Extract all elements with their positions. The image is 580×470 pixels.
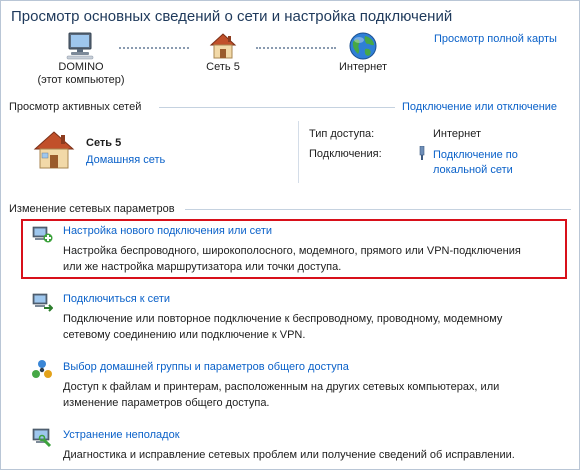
map-link-line (119, 47, 189, 49)
access-type-label: Тип доступа: (309, 128, 375, 140)
task-homegroup-link[interactable]: Выбор домашней группы и параметров общег… (63, 361, 349, 373)
task-new-connection-desc: Настройка беспроводного, широкополосного… (63, 243, 563, 275)
globe-icon (349, 32, 377, 60)
access-type-value: Интернет (433, 128, 481, 140)
computer-icon (66, 32, 94, 60)
active-network-name: Сеть 5 (86, 137, 122, 149)
internet-node-name: Интернет (339, 61, 387, 73)
vertical-divider (298, 121, 299, 183)
connections-label: Подключения: (309, 148, 382, 160)
task-homegroup-desc: Доступ к файлам и принтерам, расположенн… (63, 379, 563, 411)
computer-subtitle: (этот компьютер) (37, 74, 125, 86)
task-desc-line: Диагностика и исправление сетевых пробле… (63, 449, 515, 461)
task-desc-line: Настройка беспроводного, широкополосного… (63, 245, 521, 257)
task-connect-network-desc: Подключение или повторное подключение к … (63, 311, 563, 343)
network-center-window: Просмотр основных сведений о сети и наст… (0, 0, 580, 470)
network-adapter-icon (419, 146, 425, 160)
network-type-link[interactable]: Домашняя сеть (86, 154, 165, 166)
task-desc-line: Доступ к файлам и принтерам, расположенн… (63, 381, 500, 393)
troubleshoot-icon (32, 428, 52, 448)
computer-name: DOMINO (58, 61, 104, 73)
view-full-map-link[interactable]: Просмотр полной карты (434, 33, 557, 45)
task-troubleshoot-desc: Диагностика и исправление сетевых пробле… (63, 447, 563, 463)
task-new-connection-link[interactable]: Настройка нового подключения или сети (63, 225, 272, 237)
map-node-network[interactable]: Сеть 5 (191, 31, 255, 74)
task-desc-line: изменение параметров общего доступа. (63, 397, 270, 409)
lan-connection-line2: локальной сети (433, 164, 513, 176)
network-node-name: Сеть 5 (206, 61, 240, 73)
map-link-line (256, 47, 336, 49)
change-settings-header: Изменение сетевых параметров (9, 203, 175, 215)
lan-connection-line1: Подключение по (433, 149, 518, 161)
homegroup-icon (32, 360, 52, 378)
section-divider (159, 107, 395, 108)
map-node-internet[interactable]: Интернет (331, 31, 395, 74)
task-desc-line: Подключение или повторное подключение к … (63, 313, 503, 325)
task-connect-network-link[interactable]: Подключиться к сети (63, 293, 170, 305)
new-connection-icon (32, 226, 53, 243)
map-node-computer[interactable]: DOMINO (этот компьютер) (31, 31, 131, 87)
page-title: Просмотр основных сведений о сети и наст… (11, 8, 453, 25)
task-desc-line: сетевому соединению или подключение к VP… (63, 329, 306, 341)
house-icon (209, 33, 237, 59)
connect-network-icon (32, 293, 53, 312)
task-desc-line: или же настройка маршрутизатора или точк… (63, 261, 342, 273)
house-icon (33, 131, 75, 169)
active-networks-header: Просмотр активных сетей (9, 101, 142, 113)
lan-connection-link[interactable]: Подключение по локальной сети (433, 148, 518, 178)
connect-disconnect-link[interactable]: Подключение или отключение (402, 101, 557, 113)
section-divider (185, 209, 571, 210)
task-troubleshoot-link[interactable]: Устранение неполадок (63, 429, 180, 441)
